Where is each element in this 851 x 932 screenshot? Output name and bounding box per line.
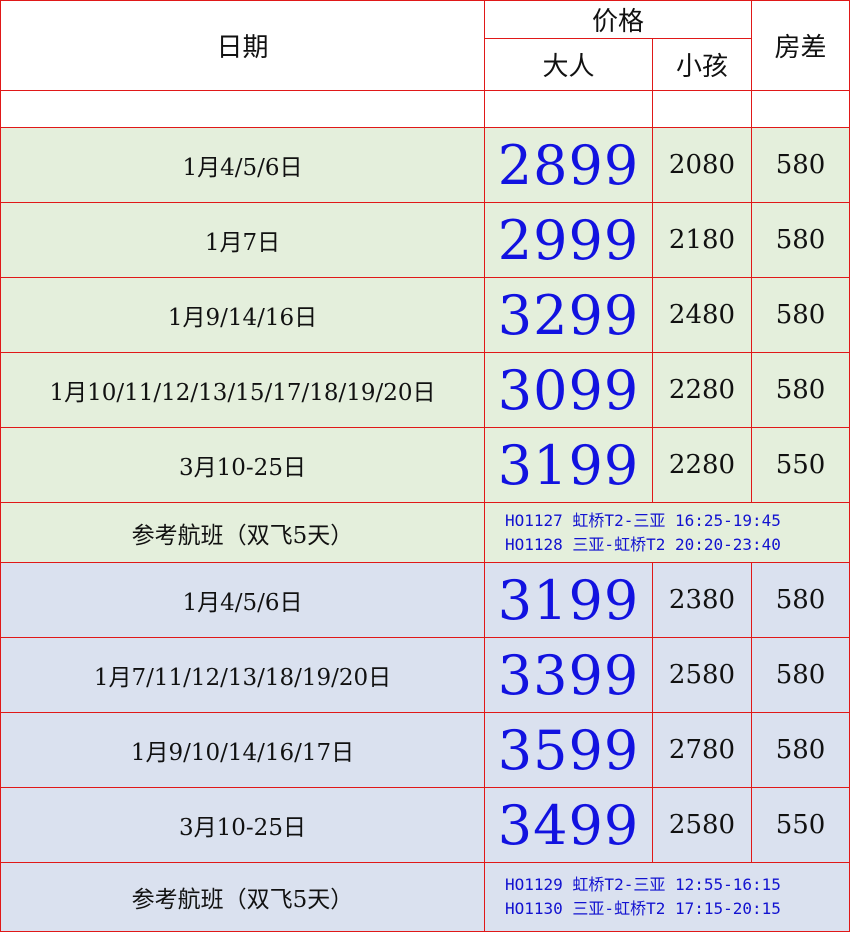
- header-price: 价格: [483, 0, 753, 39]
- adult-price: 2999: [484, 202, 653, 278]
- date-cell: 1月7日: [0, 202, 485, 278]
- table-row: 3月10-25日 3499 2580 550: [0, 787, 851, 863]
- header-date: 日期: [0, 0, 485, 91]
- date-cell: 1月4/5/6日: [0, 562, 485, 638]
- table-row: 1月7日 2999 2180 580: [0, 202, 851, 278]
- header-child: 小孩: [651, 38, 753, 91]
- adult-price: 3499: [484, 787, 653, 863]
- child-price: 2480: [651, 277, 753, 353]
- room-diff: 580: [751, 277, 851, 353]
- adult-price: 3599: [484, 712, 653, 788]
- adult-price: 2899: [484, 127, 653, 203]
- table-row: 1月4/5/6日 3199 2380 580: [0, 562, 851, 638]
- child-price: 2580: [651, 637, 753, 713]
- adult-price: 3099: [484, 352, 653, 428]
- adult-price: 3199: [484, 427, 653, 503]
- table-row: 3月10-25日 3199 2280 550: [0, 427, 851, 503]
- flight-row: 参考航班（双飞5天） HO1129 虹桥T2-三亚 12:55-16:15 HO…: [0, 862, 851, 932]
- adult-price: 3399: [484, 637, 653, 713]
- header-row-1: 日期 价格 房差: [0, 0, 851, 91]
- date-cell: 3月10-25日: [0, 427, 485, 503]
- room-diff: 550: [751, 787, 851, 863]
- date-cell: 3月10-25日: [0, 787, 485, 863]
- room-diff: 580: [751, 637, 851, 713]
- header-room-diff: 房差: [751, 0, 851, 91]
- flight-line: HO1127 虹桥T2-三亚 16:25-19:45: [505, 510, 781, 530]
- table-row: 1月4/5/6日 2899 2080 580: [0, 127, 851, 203]
- child-price: 2180: [651, 202, 753, 278]
- child-price: 2580: [651, 787, 753, 863]
- spacer-cell: [0, 90, 485, 128]
- room-diff: 580: [751, 127, 851, 203]
- header-adult: 大人: [484, 38, 653, 91]
- child-price: 2380: [651, 562, 753, 638]
- child-price: 2080: [651, 127, 753, 203]
- flight-line: HO1130 三亚-虹桥T2 17:15-20:15: [505, 899, 781, 918]
- child-price: 2280: [651, 352, 753, 428]
- date-cell: 1月10/11/12/13/15/17/18/19/20日: [0, 352, 485, 428]
- adult-price: 3199: [484, 562, 653, 638]
- flight-label: 参考航班（双飞5天）: [0, 862, 485, 932]
- room-diff: 580: [751, 202, 851, 278]
- flight-label: 参考航班（双飞5天）: [0, 502, 485, 563]
- flight-row: 参考航班（双飞5天） HO1127 虹桥T2-三亚 16:25-19:45 HO…: [0, 502, 851, 563]
- room-diff: 580: [751, 352, 851, 428]
- flight-line: HO1128 三亚-虹桥T2 20:20-23:40: [505, 534, 781, 554]
- flight-line: HO1129 虹桥T2-三亚 12:55-16:15: [505, 875, 781, 894]
- table-row: 1月7/11/12/13/18/19/20日 3399 2580 580: [0, 637, 851, 713]
- table-row: 1月9/10/14/16/17日 3599 2780 580: [0, 712, 851, 788]
- date-cell: 1月7/11/12/13/18/19/20日: [0, 637, 485, 713]
- room-diff: 580: [751, 712, 851, 788]
- date-cell: 1月4/5/6日: [0, 127, 485, 203]
- date-cell: 1月9/14/16日: [0, 277, 485, 353]
- child-price: 2280: [651, 427, 753, 503]
- spacer-cell: [484, 90, 653, 128]
- room-diff: 550: [751, 427, 851, 503]
- spacer-cell: [651, 90, 753, 128]
- table-row: 1月10/11/12/13/15/17/18/19/20日 3099 2280 …: [0, 352, 851, 428]
- room-diff: 580: [751, 562, 851, 638]
- spacer-cell: [751, 90, 851, 128]
- flight-info: HO1127 虹桥T2-三亚 16:25-19:45 HO1128 三亚-虹桥T…: [483, 502, 851, 563]
- flight-info: HO1129 虹桥T2-三亚 12:55-16:15 HO1130 三亚-虹桥T…: [483, 862, 851, 932]
- spacer-row: [0, 90, 851, 128]
- price-table: 日期 价格 房差 大人 小孩 1月4/5/6日 2899 2080 580 1月…: [0, 0, 851, 932]
- table-row: 1月9/14/16日 3299 2480 580: [0, 277, 851, 353]
- child-price: 2780: [651, 712, 753, 788]
- date-cell: 1月9/10/14/16/17日: [0, 712, 485, 788]
- adult-price: 3299: [484, 277, 653, 353]
